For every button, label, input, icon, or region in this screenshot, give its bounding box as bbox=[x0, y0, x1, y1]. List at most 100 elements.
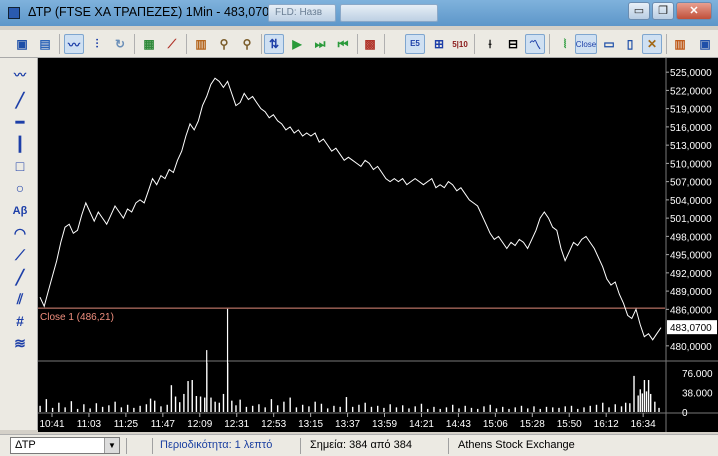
export-icon[interactable]: ▥ bbox=[670, 34, 690, 54]
volume-bar bbox=[183, 393, 185, 412]
grid-lines-icon[interactable]: # bbox=[10, 311, 30, 331]
volume-bar bbox=[114, 401, 116, 412]
volume-bar bbox=[51, 407, 54, 412]
ellipse-icon[interactable]: ○ bbox=[10, 178, 30, 198]
exchange-label: Athens Stock Exchange bbox=[458, 439, 575, 451]
vertical-line-icon[interactable]: ┃ bbox=[10, 134, 30, 154]
chart-svg: Close 1 (486,21) 525,0000 522,0000 519,0000… bbox=[38, 58, 718, 432]
bars-icon[interactable]: ▥ bbox=[191, 34, 211, 54]
volume-bar bbox=[408, 408, 410, 412]
chart-icon[interactable]: 〰 bbox=[10, 64, 30, 84]
volume-bar bbox=[583, 407, 585, 412]
volume-bar bbox=[64, 407, 66, 412]
volume-bar bbox=[95, 403, 98, 412]
refresh-icon[interactable]: ↻ bbox=[110, 34, 130, 54]
volume-bar bbox=[218, 402, 221, 412]
window-icon[interactable]: ▭ bbox=[599, 34, 619, 54]
chevron-down-icon[interactable]: ▼ bbox=[104, 438, 119, 453]
title-field-2[interactable] bbox=[340, 4, 438, 22]
time-tick-label: 10:41 bbox=[39, 419, 64, 430]
ohlc-icon[interactable]: ⟊ bbox=[480, 34, 500, 54]
time-tick-label: 12:09 bbox=[187, 419, 212, 430]
price-tick-label: 510,0000 bbox=[670, 159, 712, 170]
volume-bar bbox=[508, 408, 510, 412]
time-tick-label: 13:37 bbox=[335, 419, 360, 430]
arc-icon[interactable]: ◠ bbox=[10, 223, 30, 243]
line-icon[interactable]: 〽 bbox=[525, 34, 545, 54]
volume-bar bbox=[614, 404, 616, 412]
volume-bar bbox=[452, 404, 454, 412]
time-tick-label: 13:59 bbox=[372, 419, 397, 430]
volume-bar bbox=[358, 404, 360, 412]
close-button[interactable]: ✕ bbox=[676, 2, 712, 20]
volume-bar bbox=[351, 406, 354, 412]
restore-button[interactable]: ❐ bbox=[652, 2, 674, 20]
volume-bar bbox=[235, 405, 237, 412]
price-tick-label: 498,0000 bbox=[670, 232, 712, 243]
rectangle-icon[interactable]: □ bbox=[10, 156, 30, 176]
volume-bar bbox=[639, 389, 641, 412]
volume-bar bbox=[345, 397, 348, 412]
scale-icon[interactable]: 5|10 bbox=[450, 34, 470, 54]
price-line bbox=[39, 77, 662, 341]
volume-bar bbox=[401, 405, 404, 412]
symbol-select[interactable]: ΔΤΡ ▼ bbox=[10, 437, 120, 454]
volume-bar bbox=[222, 393, 225, 412]
time-tick-label: 15:28 bbox=[520, 419, 545, 430]
price-tick-label: 492,0000 bbox=[670, 269, 712, 280]
zoom-in-icon[interactable]: ⚲ bbox=[214, 34, 234, 54]
volume-tick-label: 0 bbox=[682, 408, 688, 419]
chart-type-icon[interactable]: ▣ bbox=[695, 34, 715, 54]
calculator-icon[interactable]: ▩ bbox=[360, 34, 380, 54]
title-field-1[interactable]: FLD: Назв bbox=[268, 4, 336, 22]
volume-bar bbox=[45, 399, 48, 412]
volume-bar bbox=[264, 407, 266, 412]
channel-icon[interactable]: ⫽ bbox=[10, 289, 30, 309]
time-tick-label: 14:43 bbox=[446, 419, 471, 430]
window-controls: ▭ ❐ ✕ bbox=[628, 2, 712, 20]
volume-bar bbox=[245, 406, 248, 412]
save-icon[interactable]: ▣ bbox=[12, 34, 32, 54]
step-back-icon[interactable]: ⏮ bbox=[333, 34, 353, 54]
cursor-sync-icon[interactable]: ⇅ bbox=[264, 34, 284, 54]
volume-bar bbox=[545, 406, 548, 412]
layout-icon[interactable]: ▯ bbox=[620, 34, 640, 54]
line-chart-icon[interactable]: 〰 bbox=[64, 34, 84, 54]
fibonacci-fan-icon[interactable]: ≋ bbox=[10, 333, 30, 353]
tools-icon[interactable]: ✕ bbox=[642, 34, 662, 54]
volume-bar bbox=[139, 405, 141, 412]
volume-bar bbox=[199, 396, 202, 412]
price-chart[interactable]: Close 1 (486,21) 525,0000 522,0000 519,0000… bbox=[38, 58, 718, 432]
ray-icon[interactable]: ╱ bbox=[10, 267, 30, 287]
price-tick-label: 513,0000 bbox=[670, 141, 712, 152]
indicators-icon[interactable]: ⟋ bbox=[162, 34, 182, 54]
step-forward-icon[interactable]: ⏭ bbox=[310, 34, 330, 54]
horizontal-line-icon[interactable]: ━ bbox=[10, 112, 30, 132]
volume-bar bbox=[145, 404, 148, 412]
pattern-icon[interactable]: ⦚ bbox=[555, 34, 575, 54]
time-tick-label: 14:21 bbox=[409, 419, 434, 430]
fibonacci-icon[interactable]: E5 bbox=[405, 34, 425, 54]
volume-bar bbox=[658, 407, 660, 412]
text-tool-button[interactable]: Aβ bbox=[10, 201, 30, 221]
ruler-icon[interactable]: ⊞ bbox=[429, 34, 449, 54]
zoom-out-icon[interactable]: ⚲ bbox=[237, 34, 257, 54]
grid-chart-icon[interactable]: ▦ bbox=[139, 34, 159, 54]
fan-icon[interactable]: ⟋ bbox=[10, 245, 30, 265]
volume-bar bbox=[166, 404, 168, 412]
price-tick-label: 522,0000 bbox=[670, 86, 712, 97]
volume-bar bbox=[154, 400, 156, 412]
volume-bar bbox=[527, 408, 529, 412]
price-tick-label: 495,0000 bbox=[670, 251, 712, 262]
play-icon[interactable]: ▶ bbox=[287, 34, 307, 54]
trendline-icon[interactable]: ╱ bbox=[10, 90, 30, 110]
properties-icon[interactable]: ▤ bbox=[35, 34, 55, 54]
bar-chart-icon[interactable]: ⫶ bbox=[87, 34, 107, 54]
volume-bar bbox=[427, 408, 429, 412]
volume-bar bbox=[420, 403, 423, 412]
minimize-button[interactable]: ▭ bbox=[628, 2, 650, 20]
volume-bar bbox=[39, 405, 41, 412]
volume-bar bbox=[458, 408, 460, 412]
close-price-button[interactable]: Close bbox=[575, 34, 597, 54]
candlestick-icon[interactable]: ⊟ bbox=[503, 34, 523, 54]
